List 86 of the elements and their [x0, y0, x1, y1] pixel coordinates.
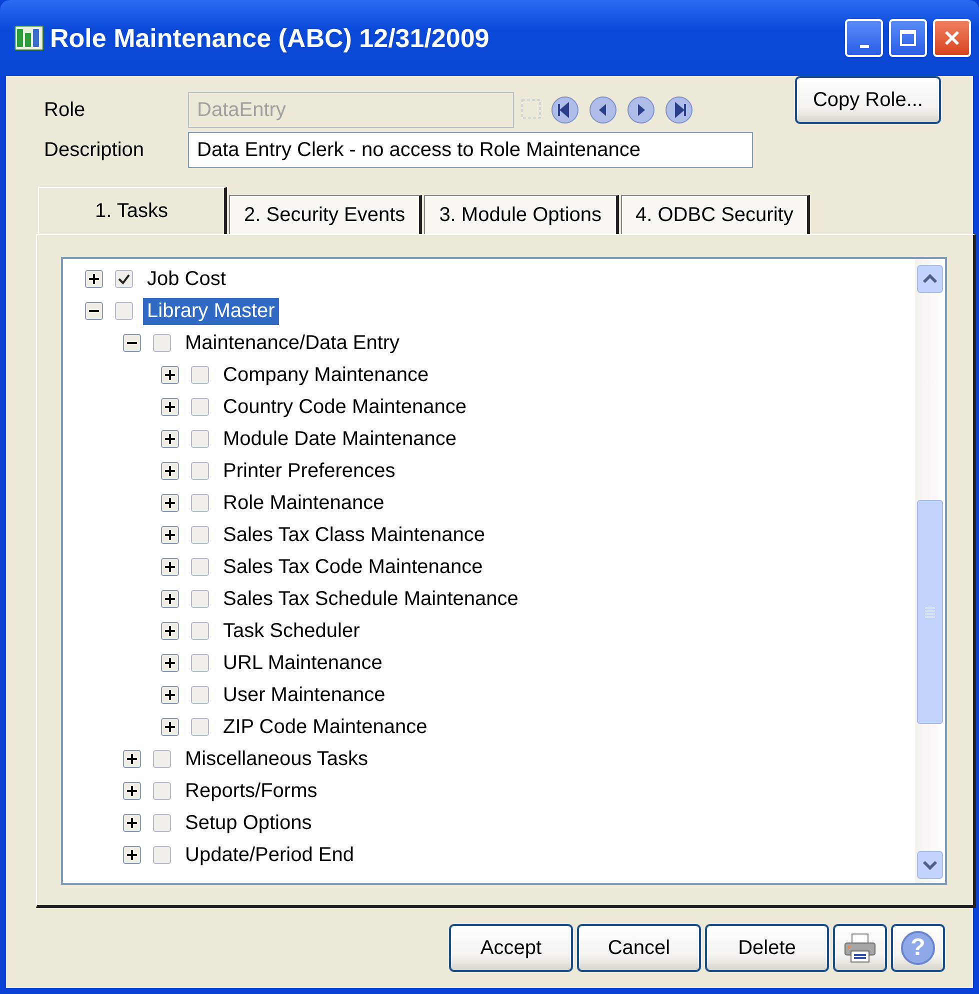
print-button[interactable]	[833, 924, 887, 972]
checkbox[interactable]	[191, 558, 209, 576]
last-record-icon[interactable]	[664, 95, 694, 125]
checkbox[interactable]	[191, 590, 209, 608]
expand-icon[interactable]	[123, 846, 141, 864]
description-field[interactable]: Data Entry Clerk - no access to Role Maintenance	[188, 132, 753, 168]
tree-item[interactable]: Job Cost	[143, 266, 230, 292]
tab[interactable]: 3. Module Options	[424, 195, 619, 234]
tab[interactable]: 2. Security Events	[229, 195, 422, 234]
checkbox[interactable]	[153, 846, 171, 864]
scrollbar[interactable]	[915, 259, 945, 883]
tree-item[interactable]: Update/Period End	[181, 842, 358, 868]
checkbox[interactable]	[191, 526, 209, 544]
collapse-icon[interactable]	[123, 334, 141, 352]
minimize-icon	[860, 44, 868, 48]
close-icon	[943, 29, 961, 47]
expand-icon[interactable]	[161, 590, 179, 608]
expand-icon[interactable]	[123, 814, 141, 832]
maximize-button[interactable]	[889, 19, 927, 57]
expand-icon[interactable]	[161, 430, 179, 448]
checkbox[interactable]	[191, 622, 209, 640]
tree-item[interactable]: ZIP Code Maintenance	[219, 714, 432, 740]
tree-item[interactable]: Maintenance/Data Entry	[181, 330, 404, 356]
expand-icon[interactable]	[161, 398, 179, 416]
tree-item[interactable]: Printer Preferences	[219, 458, 400, 484]
window-title: Role Maintenance (ABC) 12/31/2009	[50, 22, 490, 54]
checkbox[interactable]	[191, 462, 209, 480]
action-button[interactable]: Delete	[705, 924, 829, 972]
action-button[interactable]: Cancel	[577, 924, 701, 972]
app-icon	[14, 24, 44, 52]
action-button[interactable]: Accept	[449, 924, 573, 972]
scroll-up-icon[interactable]	[917, 265, 943, 293]
checkbox[interactable]	[153, 334, 171, 352]
expand-icon[interactable]	[123, 782, 141, 800]
checkbox[interactable]	[115, 270, 133, 288]
tree-item[interactable]: Reports/Forms	[181, 778, 322, 804]
expand-icon[interactable]	[161, 558, 179, 576]
checkbox[interactable]	[115, 302, 133, 320]
first-record-icon[interactable]	[550, 95, 580, 125]
checkbox[interactable]	[153, 750, 171, 768]
checkbox[interactable]	[191, 430, 209, 448]
tree-item[interactable]: Module Date Maintenance	[219, 426, 460, 452]
tab[interactable]: 4. ODBC Security	[620, 195, 810, 234]
scroll-thumb[interactable]	[917, 500, 943, 724]
maximize-icon	[899, 29, 917, 47]
printer-icon	[843, 932, 877, 964]
close-button[interactable]	[933, 19, 971, 57]
tree-item[interactable]: User Maintenance	[219, 682, 390, 708]
tree-item[interactable]: Sales Tax Class Maintenance	[219, 522, 489, 548]
expand-icon[interactable]	[161, 494, 179, 512]
tree-item[interactable]: Library Master	[143, 298, 279, 324]
checkbox[interactable]	[191, 654, 209, 672]
tree-item[interactable]: Company Maintenance	[219, 362, 433, 388]
expand-icon[interactable]	[161, 718, 179, 736]
expand-icon[interactable]	[123, 750, 141, 768]
tab[interactable]: 1. Tasks	[38, 187, 227, 234]
checkbox[interactable]	[191, 718, 209, 736]
expand-icon[interactable]	[161, 622, 179, 640]
tree-item[interactable]: Setup Options	[181, 810, 316, 836]
expand-icon[interactable]	[161, 462, 179, 480]
tree-item[interactable]: Task Scheduler	[219, 618, 364, 644]
tree-item[interactable]: URL Maintenance	[219, 650, 386, 676]
checkbox[interactable]	[153, 814, 171, 832]
expand-icon[interactable]	[161, 366, 179, 384]
description-label: Description	[43, 138, 146, 162]
previous-record-icon[interactable]	[588, 95, 618, 125]
tree-item[interactable]: Sales Tax Schedule Maintenance	[219, 586, 522, 612]
checkbox[interactable]	[153, 782, 171, 800]
tree-item[interactable]: Role Maintenance	[219, 490, 388, 516]
role-label: Role	[43, 98, 86, 122]
expand-icon[interactable]	[161, 526, 179, 544]
checkbox[interactable]	[191, 398, 209, 416]
copy-role-button[interactable]: Copy Role...	[794, 76, 941, 124]
expand-icon[interactable]	[161, 686, 179, 704]
expand-icon[interactable]	[161, 654, 179, 672]
collapse-icon[interactable]	[85, 302, 103, 320]
next-record-icon[interactable]	[626, 95, 656, 125]
expand-icon[interactable]	[85, 270, 103, 288]
checkbox[interactable]	[191, 686, 209, 704]
minimize-button[interactable]	[845, 19, 883, 57]
tree-item[interactable]: Country Code Maintenance	[219, 394, 470, 420]
tree-item[interactable]: Sales Tax Code Maintenance	[219, 554, 487, 580]
checkbox[interactable]	[191, 494, 209, 512]
tree-item[interactable]: Miscellaneous Tasks	[181, 746, 372, 772]
scroll-down-icon[interactable]	[917, 851, 943, 879]
checkbox[interactable]	[191, 366, 209, 384]
